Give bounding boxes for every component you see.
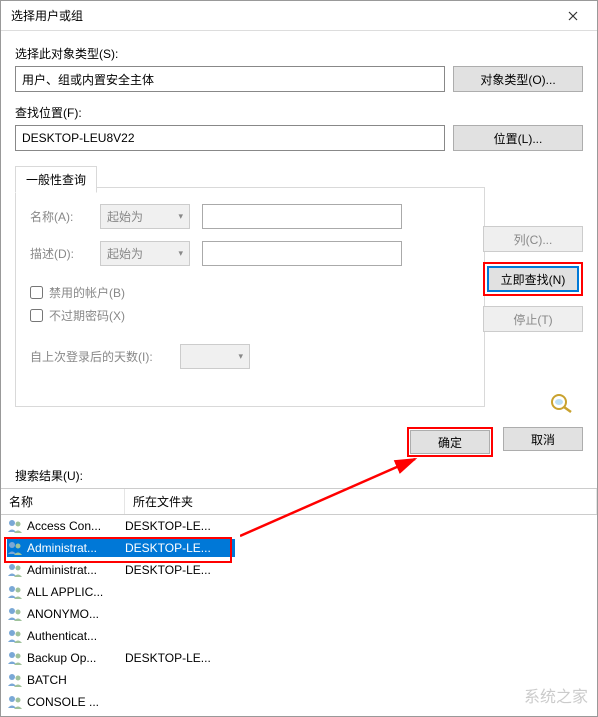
table-row[interactable]: CREATOR ... xyxy=(1,713,597,716)
name-combo[interactable]: 起始为 ▾ xyxy=(100,204,190,229)
find-now-button[interactable]: 立即查找(N) xyxy=(487,266,579,292)
table-row[interactable]: ANONYMO... xyxy=(1,603,597,625)
results-table-header: 名称 所在文件夹 xyxy=(1,488,597,515)
chevron-down-icon: ▾ xyxy=(178,211,183,222)
columns-button[interactable]: 列(C)... xyxy=(483,226,583,252)
name-label: 名称(A): xyxy=(30,208,100,225)
name-input[interactable] xyxy=(202,204,402,229)
titlebar: 选择用户或组 xyxy=(1,1,597,31)
days-label: 自上次登录后的天数(I): xyxy=(30,348,180,365)
close-button[interactable] xyxy=(553,4,593,28)
column-folder[interactable]: 所在文件夹 xyxy=(125,489,597,514)
query-panel: 一般性查询 名称(A): 起始为 ▾ 描述(D): 起始为 ▾ xyxy=(15,187,485,407)
location-button[interactable]: 位置(L)... xyxy=(453,125,583,151)
table-row[interactable]: ALL APPLIC... xyxy=(1,581,597,603)
find-now-highlight: 立即查找(N) xyxy=(483,262,583,296)
chevron-down-icon: ▾ xyxy=(238,351,243,362)
table-row[interactable]: Access Con...DESKTOP-LE... xyxy=(1,515,597,537)
location-box: DESKTOP-LEU8V22 xyxy=(15,125,445,151)
location-section: 查找位置(F): DESKTOP-LEU8V22 位置(L)... xyxy=(15,104,583,151)
disabled-accounts-label: 禁用的帐户(B) xyxy=(49,284,125,301)
search-icon xyxy=(483,392,583,417)
disabled-accounts-checkbox[interactable] xyxy=(30,286,43,299)
table-row[interactable]: BATCH xyxy=(1,669,597,691)
results-label: 搜索结果(U): xyxy=(1,467,597,488)
column-name[interactable]: 名称 xyxy=(1,489,125,514)
object-type-section: 选择此对象类型(S): 用户、组或内置安全主体 对象类型(O)... xyxy=(15,45,583,92)
table-row[interactable]: Administrat...DESKTOP-LE... xyxy=(1,559,597,581)
location-label: 查找位置(F): xyxy=(15,104,583,121)
location-value: DESKTOP-LEU8V22 xyxy=(22,131,135,145)
object-type-value: 用户、组或内置安全主体 xyxy=(22,71,154,88)
no-expire-password-label: 不过期密码(X) xyxy=(49,307,125,324)
tab-general-query[interactable]: 一般性查询 xyxy=(15,166,97,193)
table-row[interactable]: CONSOLE ... xyxy=(1,691,597,713)
results-table-body[interactable]: Access Con...DESKTOP-LE...Administrat...… xyxy=(1,515,597,716)
desc-input[interactable] xyxy=(202,241,402,266)
object-type-label: 选择此对象类型(S): xyxy=(15,45,583,62)
table-row[interactable]: Administrat...DESKTOP-LE... xyxy=(1,537,597,559)
close-icon xyxy=(568,11,578,21)
stop-button[interactable]: 停止(T) xyxy=(483,306,583,332)
desc-label: 描述(D): xyxy=(30,245,100,262)
cancel-button[interactable]: 取消 xyxy=(503,427,583,451)
table-row[interactable]: Backup Op...DESKTOP-LE... xyxy=(1,647,597,669)
table-row[interactable]: Authenticat... xyxy=(1,625,597,647)
chevron-down-icon: ▾ xyxy=(178,248,183,259)
ok-button[interactable]: 确定 xyxy=(410,430,490,454)
window-title: 选择用户或组 xyxy=(11,7,83,24)
ok-highlight: 确定 xyxy=(407,427,493,457)
no-expire-password-checkbox[interactable] xyxy=(30,309,43,322)
days-combo[interactable]: ▾ xyxy=(180,344,250,369)
desc-combo[interactable]: 起始为 ▾ xyxy=(100,241,190,266)
object-type-box: 用户、组或内置安全主体 xyxy=(15,66,445,92)
object-type-button[interactable]: 对象类型(O)... xyxy=(453,66,583,92)
